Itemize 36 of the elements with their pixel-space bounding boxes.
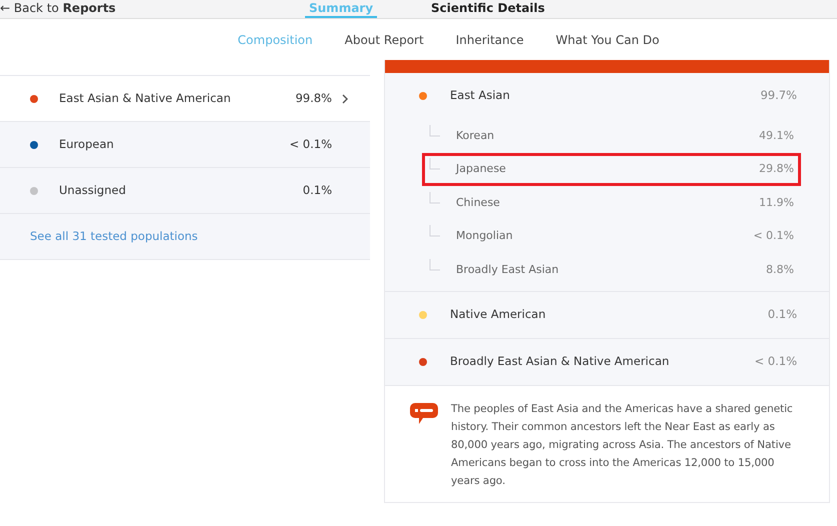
tree-line-icon — [429, 258, 441, 271]
section-tab[interactable]: Inheritance — [456, 30, 524, 48]
description-text: The peoples of East Asia and the Americas have a shared genetic history. Their common ancestors left the Near East as early as 80,000 years ago, migrating across Asia. The ancestors of Native Americans began to cross into the Americas 12,000 to 15,000 years ago. — [451, 402, 794, 488]
tree-line-icon — [429, 192, 441, 204]
population-percent: 99.8% — [294, 90, 332, 107]
subpopulation-name: Chinese — [456, 194, 501, 210]
population-name: Broadly East Asian & Native American — [450, 352, 670, 370]
tree-line-icon — [429, 225, 441, 238]
tree-line-icon — [429, 158, 441, 170]
subpopulation-name: Japanese — [456, 161, 507, 177]
chevron-right-icon — [342, 94, 348, 104]
population-percent: 0.1% — [302, 182, 332, 199]
tab[interactable]: Scientific Details — [427, 0, 549, 18]
subpopulation-percent: < 0.1% — [753, 228, 794, 244]
population-percent: 0.1% — [768, 306, 797, 323]
population-name: Native American — [450, 306, 547, 323]
population-percent: < 0.1% — [754, 352, 797, 370]
section-tab[interactable]: About Report — [344, 30, 424, 48]
population-name: East Asian & Native American — [59, 90, 232, 107]
population-name: East Asian — [450, 87, 511, 104]
section-tab[interactable]: What You Can Do — [556, 30, 660, 48]
subpopulation-name: Korean — [456, 128, 496, 144]
population-percent: 99.7% — [760, 87, 797, 104]
tree-line-icon — [429, 124, 441, 137]
subpopulation-percent: 49.1% — [759, 128, 794, 144]
back-link[interactable]: ← Back to Reports — [0, 0, 116, 16]
speech-bubble-icon — [409, 402, 439, 426]
subpopulation-percent: 11.9% — [759, 194, 794, 210]
population-name: Unassigned — [59, 182, 127, 199]
subpopulation-percent: 8.8% — [766, 262, 794, 278]
population-percent: < 0.1% — [288, 136, 332, 153]
population-name: European — [59, 136, 115, 153]
subpopulation-percent: 29.8% — [759, 161, 794, 177]
population-row[interactable]: East Asian & Native American 99.8% — [0, 75, 370, 121]
subpopulation-name: Broadly East Asian — [456, 262, 560, 278]
subpopulation-name: Mongolian — [456, 228, 514, 244]
